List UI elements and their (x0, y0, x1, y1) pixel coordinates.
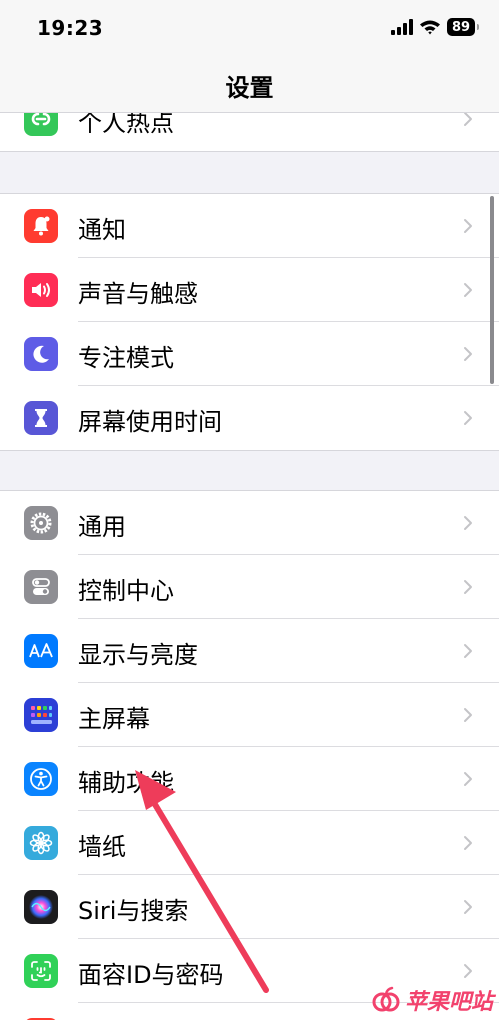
hourglass-icon (24, 401, 58, 435)
settings-row-siri[interactable]: Siri与搜索 (0, 875, 499, 939)
moon-icon (24, 337, 58, 371)
chevron-right-icon (464, 964, 472, 978)
chevron-right-icon (464, 900, 472, 914)
nav-bar: 设置 (0, 60, 499, 113)
row-label: Siri与搜索 (78, 897, 189, 925)
row-label: 辅助功能 (78, 769, 174, 797)
row-label: 通用 (78, 513, 126, 541)
chevron-right-icon (464, 516, 472, 530)
chevron-right-icon (464, 580, 472, 594)
settings-row-sounds[interactable]: 声音与触感 (0, 258, 499, 322)
row-label: 控制中心 (78, 577, 174, 605)
settings-group-general: 通用 控制中心 显示与亮度 主屏幕 辅助功能 墙纸 Siri与搜索 面容ID与密… (0, 490, 499, 1020)
text-size-icon (24, 634, 58, 668)
chevron-right-icon (464, 112, 472, 126)
settings-row-control-center[interactable]: 控制中心 (0, 555, 499, 619)
app-grid-icon (24, 698, 58, 732)
chevron-right-icon (464, 836, 472, 850)
settings-row-home-screen[interactable]: 主屏幕 (0, 683, 499, 747)
settings-row-focus[interactable]: 专注模式 (0, 322, 499, 386)
settings-row-general[interactable]: 通用 (0, 491, 499, 555)
row-label: 墙纸 (78, 833, 126, 861)
row-label: 声音与触感 (78, 280, 198, 308)
status-icons: 89 (391, 18, 479, 36)
settings-row-wallpaper[interactable]: 墙纸 (0, 811, 499, 875)
chevron-right-icon (464, 644, 472, 658)
gear-icon (24, 506, 58, 540)
accessibility-icon (24, 762, 58, 796)
siri-icon (24, 890, 58, 924)
flower-icon (24, 826, 58, 860)
chevron-right-icon (464, 347, 472, 361)
cellular-signal-icon (391, 19, 413, 35)
battery-icon: 89 (447, 18, 479, 36)
settings-row-accessibility[interactable]: 辅助功能 (0, 747, 499, 811)
settings-row-notifications[interactable]: 通知 (0, 194, 499, 258)
chevron-right-icon (464, 411, 472, 425)
notification-bell-icon (24, 209, 58, 243)
row-label: 专注模式 (78, 344, 174, 372)
settings-group-notifications: 通知 声音与触感 专注模式 屏幕使用时间 (0, 193, 499, 451)
status-time: 19:23 (37, 16, 104, 40)
page-title: 设置 (225, 74, 274, 102)
row-label: 通知 (78, 216, 126, 244)
row-label: 屏幕使用时间 (78, 408, 222, 436)
chevron-right-icon (464, 708, 472, 722)
battery-level: 89 (451, 19, 471, 35)
apple-logo-icon (372, 986, 400, 1012)
status-bar: 19:23 89 (0, 0, 499, 60)
chevron-right-icon (464, 772, 472, 786)
chevron-right-icon (464, 219, 472, 233)
chevron-right-icon (464, 283, 472, 297)
scroll-indicator[interactable] (490, 196, 494, 384)
settings-row-screen-time[interactable]: 屏幕使用时间 (0, 386, 499, 450)
row-label: 主屏幕 (78, 705, 150, 733)
settings-screen: 19:23 89 设置 个人热点 通知 声音与触感 专注模式 屏幕使用时间 通用… (0, 0, 499, 1020)
toggles-icon (24, 570, 58, 604)
wifi-icon (420, 20, 440, 35)
face-id-icon (24, 954, 58, 988)
watermark-text: 苹果吧站 (404, 990, 493, 1015)
speaker-icon (24, 273, 58, 307)
row-label: 面容ID与密码 (78, 961, 224, 989)
row-label: 显示与亮度 (78, 641, 198, 669)
watermark-logo: 苹果吧站 (371, 984, 493, 1016)
settings-row-display[interactable]: 显示与亮度 (0, 619, 499, 683)
